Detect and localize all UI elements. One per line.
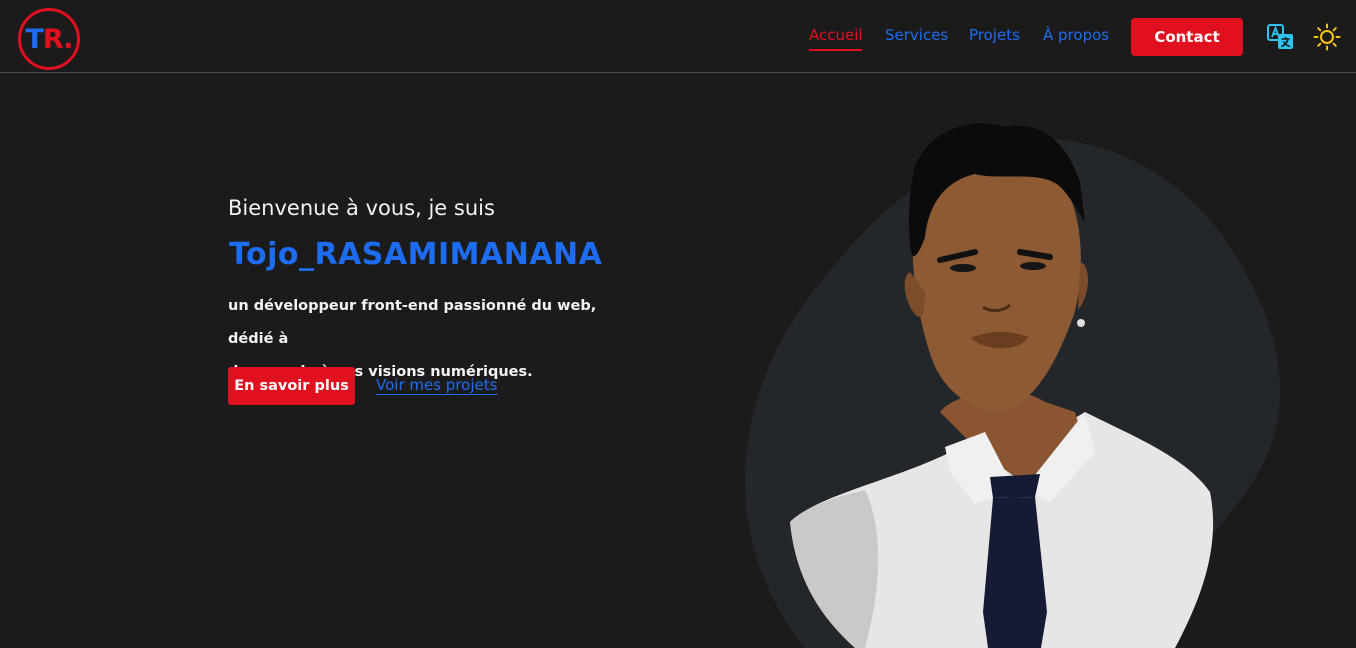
sun-icon[interactable] — [1313, 23, 1341, 51]
hero-name: Tojo_RASAMIMANANA — [229, 237, 603, 272]
hero-intro: Bienvenue à vous, je suis — [228, 196, 495, 220]
learn-more-button[interactable]: En savoir plus — [228, 367, 355, 405]
nav-services[interactable]: Services — [885, 26, 948, 44]
portrait-illustration — [745, 123, 1280, 648]
logo[interactable]: T R. — [18, 8, 80, 70]
nav-a-propos[interactable]: À propos — [1043, 26, 1109, 44]
logo-initial-t: T — [25, 23, 44, 55]
nav-projets[interactable]: Projets — [969, 26, 1020, 44]
active-nav-underline — [809, 49, 862, 51]
navbar: T R. Accueil Services Projets À propos Co… — [0, 0, 1356, 73]
nav-accueil[interactable]: Accueil — [809, 26, 863, 44]
hero-description-line-1: un développeur front-end passionné du we… — [228, 298, 597, 347]
view-projects-link[interactable]: Voir mes projets — [376, 376, 497, 394]
logo-initial-r: R. — [42, 23, 74, 55]
contact-button[interactable]: Contact — [1131, 18, 1243, 56]
translate-icon[interactable] — [1267, 24, 1295, 50]
